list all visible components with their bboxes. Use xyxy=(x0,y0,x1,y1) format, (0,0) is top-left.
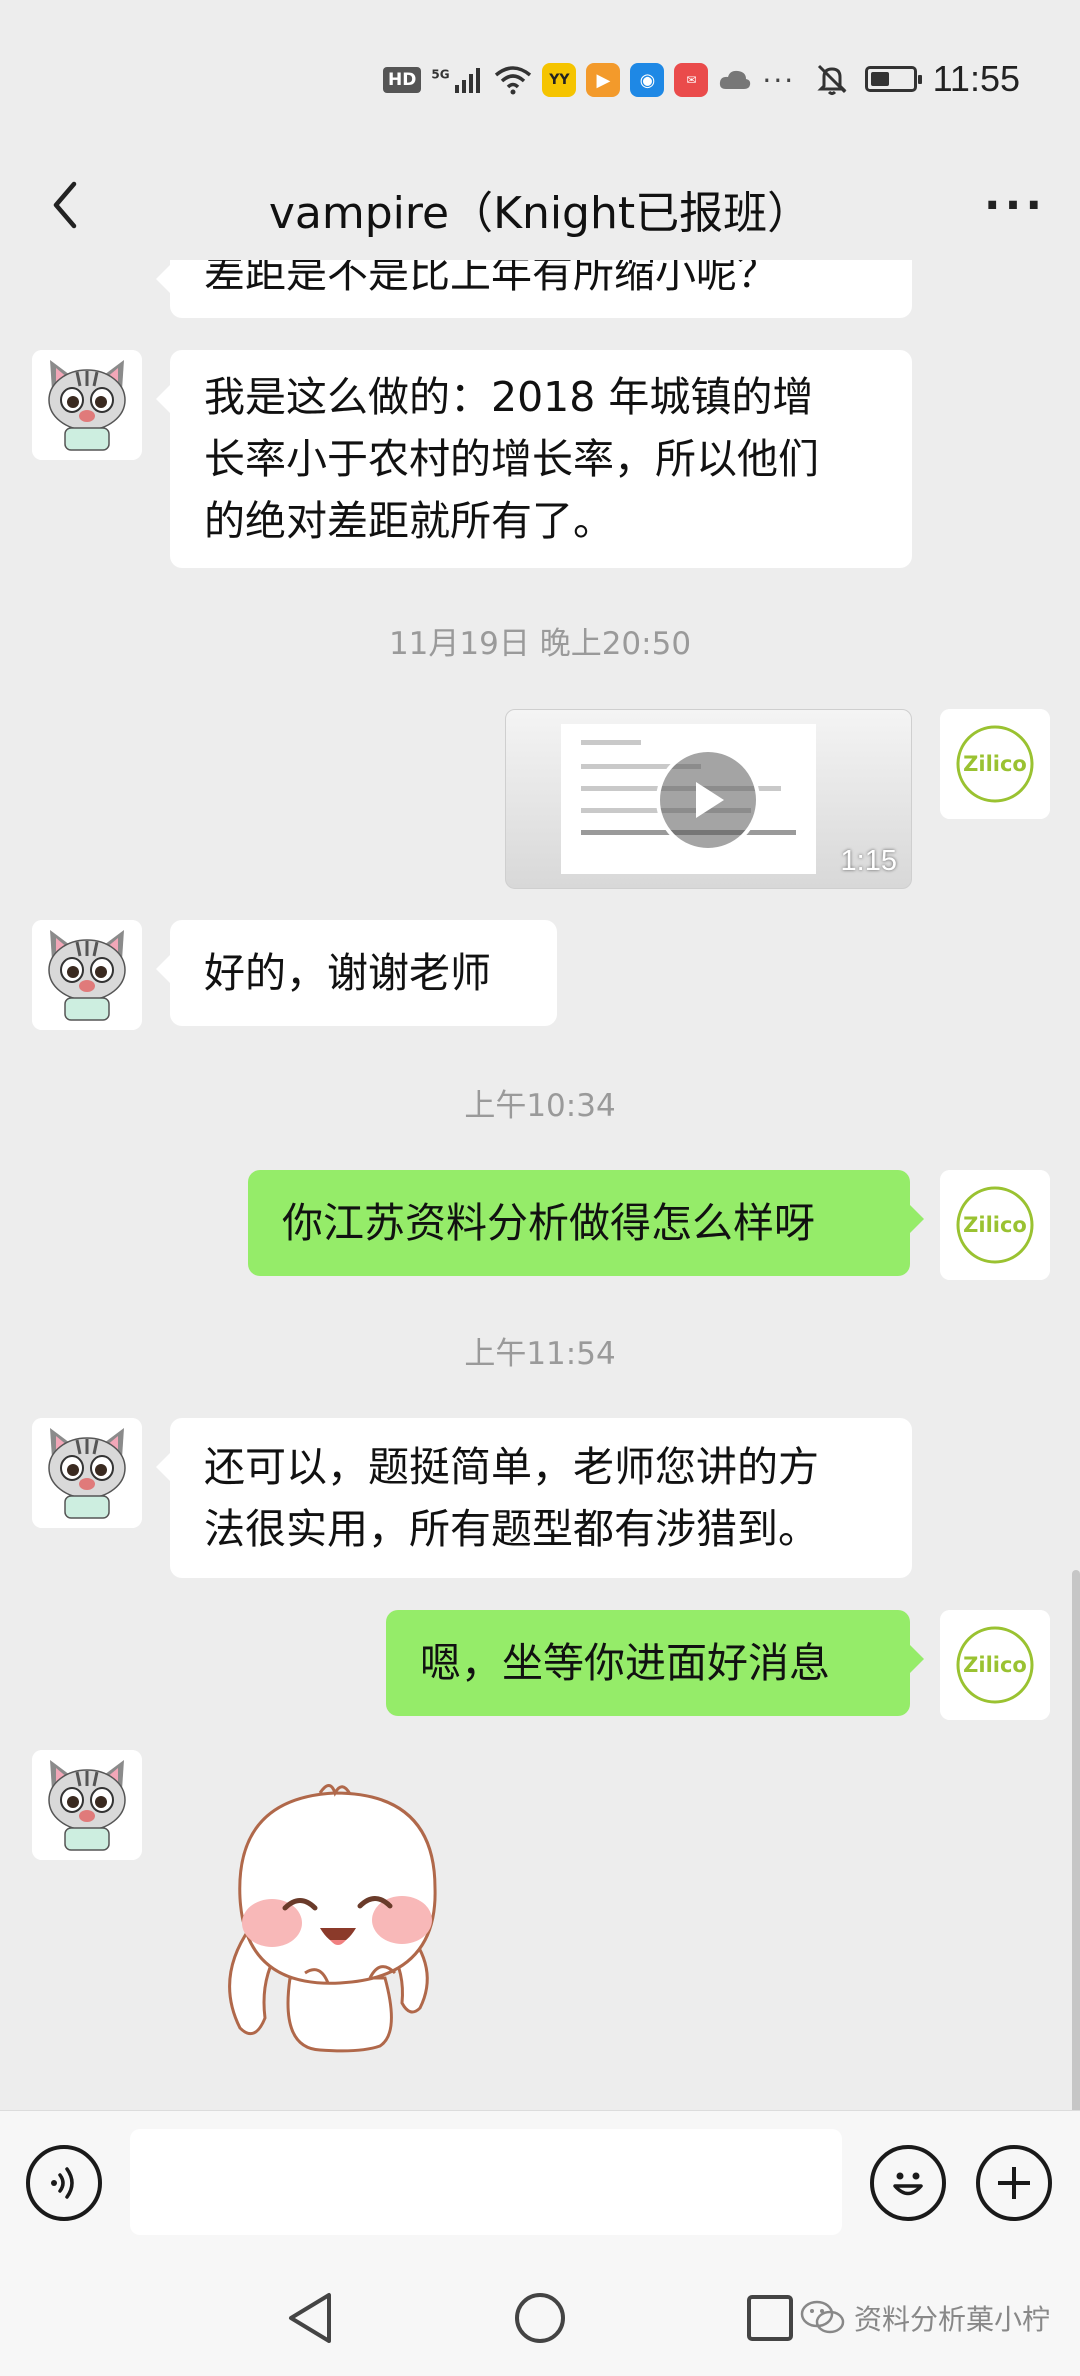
plus-button[interactable] xyxy=(976,2145,1052,2221)
triangle-back-icon xyxy=(289,2293,331,2343)
cloud-icon xyxy=(720,70,751,89)
my-avatar[interactable]: Zilico xyxy=(940,1610,1050,1720)
clock: 11:55 xyxy=(932,58,1020,99)
more-dots-icon: ··· xyxy=(983,179,1047,231)
signal-icon xyxy=(455,68,481,93)
message-text: 好的，谢谢老师 xyxy=(204,949,491,997)
message-line: 长率小于农村的增长率，所以他们 xyxy=(204,435,819,483)
avatar-logo-text: Zilico xyxy=(963,1653,1027,1677)
timestamp: 11月19日 晚上20:50 xyxy=(388,626,692,662)
chat-area[interactable]: 差距是不是比上年有所缩小呢？ 我是这么做的：2018 年城镇的增 长率小于农村的… xyxy=(0,260,1080,2110)
cat-avatar-icon xyxy=(32,920,142,1030)
message-input[interactable] xyxy=(130,2129,842,2235)
status-bar: HD 5G YY ▶ ◉ ✉ ··· 11:55 xyxy=(0,0,1080,150)
avatar-logo-text: Zilico xyxy=(963,1213,1027,1237)
chat-title: vampire（Knight已报班） xyxy=(268,188,812,239)
play-button[interactable] xyxy=(656,748,760,852)
message-line: 的绝对差距就所有了。 xyxy=(204,497,614,545)
hd-indicator: HD xyxy=(383,67,422,93)
watermark: 资料分析菓小柠 xyxy=(800,2298,1050,2338)
yy-app-icon: YY xyxy=(542,63,577,97)
emoji-icon xyxy=(893,2172,923,2196)
voice-button[interactable] xyxy=(26,2145,102,2221)
idea-app-icon: ◉ xyxy=(630,63,665,97)
sticker-message[interactable] xyxy=(210,1778,470,2058)
battery-level xyxy=(870,72,889,86)
message-line: 还可以，题挺简单，老师您讲的方 xyxy=(204,1443,819,1491)
my-avatar[interactable]: Zilico xyxy=(940,1170,1050,1280)
bell-muted-icon xyxy=(816,64,847,95)
network-label: 5G xyxy=(431,67,450,82)
message-bubble[interactable]: 还可以，题挺简单，老师您讲的方 法很实用，所有题型都有涉猎到。 xyxy=(156,1418,912,1578)
system-nav-bar: 资料分析菓小柠 xyxy=(0,2260,1080,2376)
nav-back-button[interactable] xyxy=(280,2288,340,2348)
more-button[interactable]: ··· xyxy=(980,170,1050,240)
voice-icon xyxy=(51,2167,74,2199)
zilico-logo-icon: Zilico xyxy=(940,709,1050,819)
more-notifications-icon: ··· xyxy=(762,63,796,97)
contact-avatar[interactable] xyxy=(32,920,142,1030)
video-message[interactable]: 1:15 xyxy=(505,709,912,889)
chat-header: vampire（Knight已报班） ··· xyxy=(0,150,1080,260)
play-icon xyxy=(696,782,724,818)
cat-avatar-icon xyxy=(32,350,142,460)
bunny-sticker-icon xyxy=(228,1784,437,2053)
input-bar xyxy=(0,2110,1080,2260)
message-line: 法很实用，所有题型都有涉猎到。 xyxy=(204,1505,819,1553)
contact-avatar[interactable] xyxy=(32,1418,142,1528)
video-app-icon: ▶ xyxy=(586,63,621,97)
my-avatar[interactable]: Zilico xyxy=(940,709,1050,819)
zilico-logo-icon: Zilico xyxy=(940,1610,1050,1720)
status-icons: HD 5G YY ▶ ◉ ✉ ··· xyxy=(383,60,795,100)
message-text: 你江苏资料分析做得怎么样呀 xyxy=(282,1199,815,1247)
video-duration: 1:15 xyxy=(840,845,897,877)
message-text: 差距是不是比上年有所缩小呢？ xyxy=(204,260,778,297)
watermark-text: 资料分析菓小柠 xyxy=(853,2303,1050,2336)
nav-home-button[interactable] xyxy=(510,2288,570,2348)
contact-avatar[interactable] xyxy=(32,1750,142,1860)
network-indicator: 5G xyxy=(431,67,484,93)
message-bubble[interactable]: 差距是不是比上年有所缩小呢？ xyxy=(156,260,912,318)
thumbnail-line xyxy=(581,740,641,745)
emoji-button[interactable] xyxy=(870,2145,946,2221)
message-bubble[interactable]: 你江苏资料分析做得怎么样呀 xyxy=(248,1170,924,1276)
scrollbar[interactable] xyxy=(1072,1570,1080,2110)
square-recents-icon xyxy=(747,2295,793,2341)
status-right: 11:55 xyxy=(815,58,1020,100)
wifi-icon xyxy=(495,66,532,95)
circle-home-icon xyxy=(515,2293,565,2343)
message-bubble[interactable]: 好的，谢谢老师 xyxy=(156,920,557,1026)
cat-avatar-icon xyxy=(32,1750,142,1860)
plus-icon xyxy=(998,2167,1030,2199)
message-text: 嗯，坐等你进面好消息 xyxy=(420,1639,830,1687)
battery-icon xyxy=(864,66,922,92)
zilico-logo-icon: Zilico xyxy=(940,1170,1050,1280)
contact-avatar[interactable] xyxy=(32,350,142,460)
avatar-logo-text: Zilico xyxy=(963,752,1027,776)
mail-app-icon: ✉ xyxy=(674,63,709,97)
timestamp: 上午11:54 xyxy=(464,1336,616,1372)
message-line: 我是这么做的：2018 年城镇的增 xyxy=(204,373,814,421)
wechat-icon xyxy=(800,2300,845,2334)
message-bubble[interactable]: 我是这么做的：2018 年城镇的增 长率小于农村的增长率，所以他们 的绝对差距就… xyxy=(156,350,912,568)
timestamp: 上午10:34 xyxy=(464,1088,616,1124)
message-bubble[interactable]: 嗯，坐等你进面好消息 xyxy=(386,1610,924,1716)
cat-avatar-icon xyxy=(32,1418,142,1528)
nav-recents-button[interactable] xyxy=(740,2288,800,2348)
